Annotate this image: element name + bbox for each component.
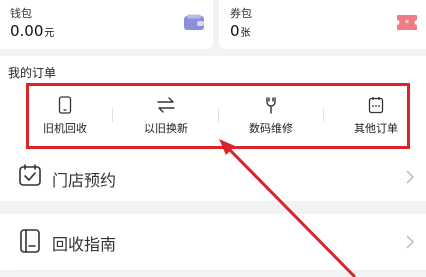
calendar-check-icon	[18, 163, 42, 191]
coupon-card[interactable]: 券包 0张 *	[219, 0, 426, 49]
order-repair-button[interactable]: 数码维修	[223, 96, 319, 136]
wallet-icon	[183, 14, 205, 36]
order-trade-in-label: 以旧换新	[144, 122, 188, 135]
menu-item-recycle-guide[interactable]: 回收指南	[0, 214, 426, 270]
more-orders-icon	[328, 96, 424, 114]
order-recycle-button[interactable]: 旧机回收	[17, 96, 113, 136]
wallet-balance-unit: 元	[44, 28, 55, 39]
ticket-icon: *	[396, 14, 418, 35]
orders-highlight-box: 旧机回收 以旧换新 数码维修 其他订单	[26, 83, 410, 149]
order-trade-in-button[interactable]: 以旧换新	[118, 96, 214, 136]
order-separator	[218, 108, 219, 122]
coupon-title: 券包	[230, 7, 252, 20]
my-orders-title: 我的订单	[8, 66, 57, 80]
order-separator	[112, 108, 113, 122]
chevron-right-icon	[406, 169, 415, 188]
wallet-balance-value: 0.00	[10, 22, 44, 40]
coupon-count-value: 0	[230, 22, 240, 40]
chevron-right-icon	[406, 234, 415, 253]
exchange-arrows-icon	[118, 96, 214, 114]
phone-icon	[17, 96, 113, 114]
order-other-button[interactable]: 其他订单	[328, 96, 424, 136]
menu-item-label: 门店预约	[52, 171, 117, 190]
order-repair-label: 数码维修	[249, 122, 293, 135]
coupon-count: 0张	[230, 22, 251, 40]
wallet-balance: 0.00元	[10, 22, 54, 40]
order-recycle-label: 旧机回收	[43, 122, 87, 135]
wallet-card[interactable]: 钱包 0.00元	[0, 0, 213, 49]
coupon-count-unit: 张	[240, 28, 251, 39]
wallet-title: 钱包	[10, 7, 32, 20]
wrench-icon	[223, 96, 319, 114]
guide-book-icon	[18, 228, 42, 258]
list-divider	[18, 270, 426, 271]
order-separator	[323, 108, 324, 122]
svg-text:*: *	[405, 19, 410, 29]
menu-item-store-appointment[interactable]: 门店预约	[0, 153, 426, 201]
menu-item-label: 回收指南	[52, 235, 117, 254]
order-other-label: 其他订单	[354, 122, 398, 135]
